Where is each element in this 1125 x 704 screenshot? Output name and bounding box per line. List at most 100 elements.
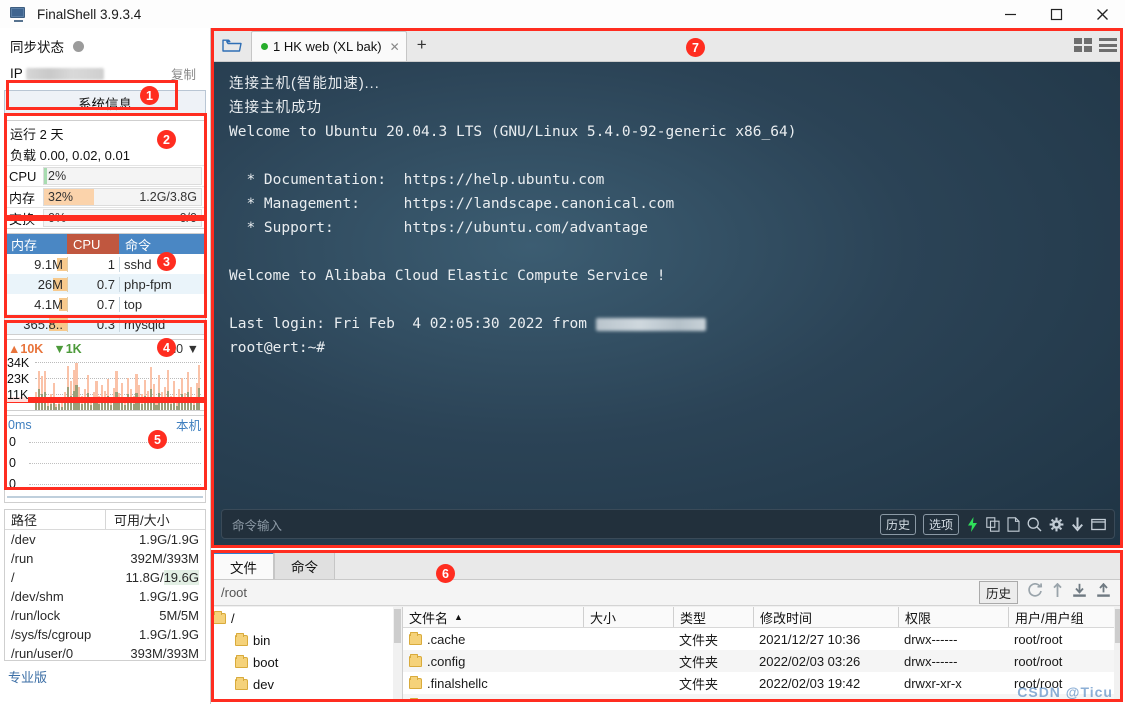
- disk-usage-table: 路径 可用/大小 /dev 1.9G/1.9G/run 392M/393M / 11.8…: [4, 509, 206, 661]
- tab-commands[interactable]: 命令: [274, 552, 335, 579]
- system-info-label: 系统信息: [78, 97, 132, 112]
- command-options-button[interactable]: 选项: [922, 513, 959, 535]
- open-folder-icon[interactable]: [213, 29, 251, 61]
- command-history-button[interactable]: 历史: [879, 513, 916, 535]
- terminal-text: 连接主机(智能加速)... 连接主机成功 Welcome to Ubuntu 20.…: [213, 62, 1123, 360]
- current-path[interactable]: /root: [221, 585, 247, 600]
- sort-asc-icon: ▲: [454, 612, 463, 622]
- directory-tree[interactable]: / bin boot dev: [213, 607, 403, 702]
- disk-path: /: [11, 570, 15, 585]
- terminal-tab-0[interactable]: 1 HK web (XL bak) ✕: [251, 31, 407, 61]
- ping-latency-chart: 0ms 本机 0 0 0: [4, 415, 206, 503]
- download-icon[interactable]: [1071, 517, 1084, 532]
- disk-path: /run/user/0: [11, 646, 74, 661]
- process-command: php-fpm: [119, 276, 205, 292]
- pro-version-link[interactable]: 专业版: [8, 667, 47, 686]
- tree-node[interactable]: bin: [213, 629, 402, 651]
- file-list[interactable]: 文件名 ▲ 大小 类型 修改时间 权限 用户/用户组 .cache 文件夹 2021…: [403, 607, 1123, 702]
- terminal-output[interactable]: 连接主机(智能加速)... 连接主机成功 Welcome to Ubuntu 20.…: [213, 62, 1123, 546]
- ping-y-label-1: 0: [9, 456, 16, 470]
- bolt-icon[interactable]: [966, 516, 979, 532]
- file-row[interactable]: .config 文件夹 2022/02/03 03:26 drwx------ root…: [403, 650, 1123, 672]
- disk-size: 11.8G/19.6G: [125, 570, 199, 585]
- tree-node[interactable]: boot: [213, 651, 402, 673]
- close-tab-icon[interactable]: ✕: [390, 40, 400, 54]
- copy-icon[interactable]: [986, 516, 1000, 532]
- disk-size: 1.9G/1.9G: [139, 532, 199, 547]
- col-header-modified[interactable]: 修改时间: [753, 607, 898, 627]
- cpu-percent: 2%: [48, 169, 67, 183]
- disk-row[interactable]: /dev/shm 1.9G/1.9G: [5, 587, 205, 606]
- title-bar: FinalShell 3.9.3.4: [0, 0, 1125, 28]
- window-icon[interactable]: [1091, 518, 1106, 531]
- tab-files[interactable]: 文件: [213, 552, 274, 579]
- col-header-command[interactable]: 命令: [119, 234, 205, 254]
- download-file-icon[interactable]: [1072, 583, 1087, 603]
- disk-row[interactable]: /sys/fs/cgroup 1.9G/1.9G: [5, 625, 205, 644]
- col-header-filename[interactable]: 文件名 ▲: [403, 607, 583, 627]
- file-history-button[interactable]: 历史: [978, 581, 1018, 604]
- gear-icon[interactable]: [1049, 517, 1064, 532]
- col-header-cpu[interactable]: CPU: [67, 234, 119, 254]
- ping-value: 0ms: [8, 417, 32, 432]
- process-cpu: 0.7: [67, 276, 119, 292]
- file-type: 文件夹: [679, 654, 719, 670]
- upload-file-icon[interactable]: [1096, 582, 1111, 603]
- col-header-path[interactable]: 路径: [5, 510, 105, 529]
- process-cpu: 1: [67, 256, 119, 272]
- upload-arrow-icon[interactable]: [1052, 582, 1063, 603]
- file-list-scrollbar[interactable]: [1114, 607, 1123, 702]
- col-header-type[interactable]: 类型: [673, 607, 753, 627]
- annotation-badge-2: 2: [157, 130, 176, 149]
- swap-percent: 0%: [48, 211, 67, 225]
- file-row[interactable]: .cache 文件夹 2021/12/27 10:36 drwx------ root/…: [403, 628, 1123, 650]
- col-header-avail-size[interactable]: 可用/大小: [105, 510, 205, 529]
- process-table-header: 内存 CPU 命令: [5, 234, 205, 254]
- grid-layout-icon[interactable]: [1074, 38, 1092, 52]
- file-type: 文件夹: [679, 632, 719, 648]
- tree-node[interactable]: dev: [213, 673, 402, 695]
- process-row[interactable]: 365.8.. 0.3 mysqld: [5, 314, 205, 334]
- terminal-panel: 1 HK web (XL bak) ✕ + 连接主机(智能加速)... 连接主机成…: [213, 30, 1123, 546]
- maximize-button[interactable]: [1033, 0, 1079, 28]
- annotation-badge-7: 7: [686, 38, 705, 57]
- file-path-bar: /root 历史: [213, 580, 1123, 606]
- process-row[interactable]: 26M 0.7 php-fpm: [5, 274, 205, 294]
- process-row[interactable]: 4.1M 0.7 top: [5, 294, 205, 314]
- system-info-button[interactable]: 系统信息: [4, 90, 206, 116]
- file-row[interactable]: .finalshellc 文件夹 2022/02/03 19:42 drwxr-xr-…: [403, 672, 1123, 694]
- col-header-permissions[interactable]: 权限: [898, 607, 1008, 627]
- command-input-bar[interactable]: 命令输入 历史 选项: [221, 509, 1115, 539]
- col-header-size[interactable]: 大小: [583, 607, 673, 627]
- ip-label: IP: [10, 66, 23, 81]
- new-tab-button[interactable]: +: [407, 29, 437, 61]
- sidebar: 同步状态 IP 复制 系统信息 运行 2 天 负载 0.00, 0.02, 0.…: [0, 28, 211, 704]
- list-layout-icon[interactable]: [1099, 38, 1117, 52]
- terminal-tab-bar: 1 HK web (XL bak) ✕ +: [213, 30, 1123, 62]
- file-owner: root/root: [1014, 653, 1063, 669]
- disk-row[interactable]: /run/user/0 393M/393M: [5, 644, 205, 663]
- app-title: FinalShell 3.9.3.4: [37, 6, 142, 22]
- file-toolbar: 历史: [978, 581, 1123, 604]
- disk-row[interactable]: / 11.8G/19.6G: [5, 568, 205, 587]
- cpu-usage-row: CPU 2%: [5, 165, 205, 186]
- search-icon[interactable]: [1027, 517, 1042, 532]
- refresh-icon[interactable]: [1027, 582, 1043, 603]
- minimize-button[interactable]: [987, 0, 1033, 28]
- copy-ip-link[interactable]: 复制: [171, 64, 196, 83]
- paste-icon[interactable]: [1007, 516, 1020, 532]
- file-row[interactable]: .pip文件夹2021/12/27 10:36drwxr-xr-xroot/ro…: [403, 694, 1123, 702]
- tree-node[interactable]: /: [213, 607, 402, 629]
- close-button[interactable]: [1079, 0, 1125, 28]
- process-cpu: 0.7: [67, 296, 119, 312]
- col-header-owner[interactable]: 用户/用户组: [1008, 607, 1123, 627]
- col-header-memory[interactable]: 内存: [5, 234, 67, 254]
- memory-percent: 32%: [48, 190, 74, 204]
- process-command: top: [119, 296, 205, 312]
- net-y-label-1: 23K: [7, 372, 30, 386]
- disk-row[interactable]: /run/lock 5M/5M: [5, 606, 205, 625]
- tree-scrollbar[interactable]: [393, 607, 402, 702]
- disk-row[interactable]: /dev 1.9G/1.9G: [5, 530, 205, 549]
- disk-row[interactable]: /run 392M/393M: [5, 549, 205, 568]
